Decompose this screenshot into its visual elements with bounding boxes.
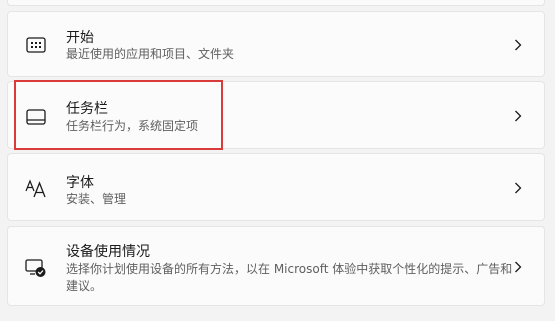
settings-item-subtitle: 最近使用的应用和项目、文件夹 bbox=[66, 47, 235, 61]
settings-item-device-usage[interactable]: 设备使用情况 选择你计划使用设备的所有方法，以在 Microsoft 体验中获取… bbox=[7, 226, 545, 306]
settings-item-subtitle: 选择你计划使用设备的所有方法，以在 Microsoft 体验中获取个性化的提示、… bbox=[66, 262, 513, 293]
previous-settings-card bbox=[7, 0, 545, 6]
settings-item-title: 开始 bbox=[66, 30, 94, 46]
settings-item-start[interactable]: 开始 最近使用的应用和项目、文件夹 bbox=[7, 11, 545, 77]
settings-item-subtitle: 安装、管理 bbox=[66, 192, 127, 206]
settings-item-title: 设备使用情况 bbox=[66, 244, 150, 260]
chevron-right-icon bbox=[512, 182, 524, 194]
device-usage-icon bbox=[25, 257, 47, 279]
chevron-right-icon bbox=[512, 261, 524, 273]
personalization-settings-page: 开始 最近使用的应用和项目、文件夹 任务栏 任务栏行为，系统固定项 字体 安装、… bbox=[0, 0, 555, 321]
start-menu-icon bbox=[25, 34, 47, 56]
settings-item-title: 任务栏 bbox=[66, 101, 108, 117]
chevron-right-icon bbox=[512, 39, 524, 51]
settings-item-fonts[interactable]: 字体 安装、管理 bbox=[7, 153, 545, 221]
taskbar-icon bbox=[25, 106, 47, 128]
fonts-icon bbox=[25, 177, 47, 199]
settings-item-subtitle: 任务栏行为，系统固定项 bbox=[66, 119, 199, 133]
settings-item-taskbar[interactable]: 任务栏 任务栏行为，系统固定项 bbox=[7, 81, 545, 149]
settings-item-title: 字体 bbox=[66, 175, 94, 191]
chevron-right-icon bbox=[512, 110, 524, 122]
